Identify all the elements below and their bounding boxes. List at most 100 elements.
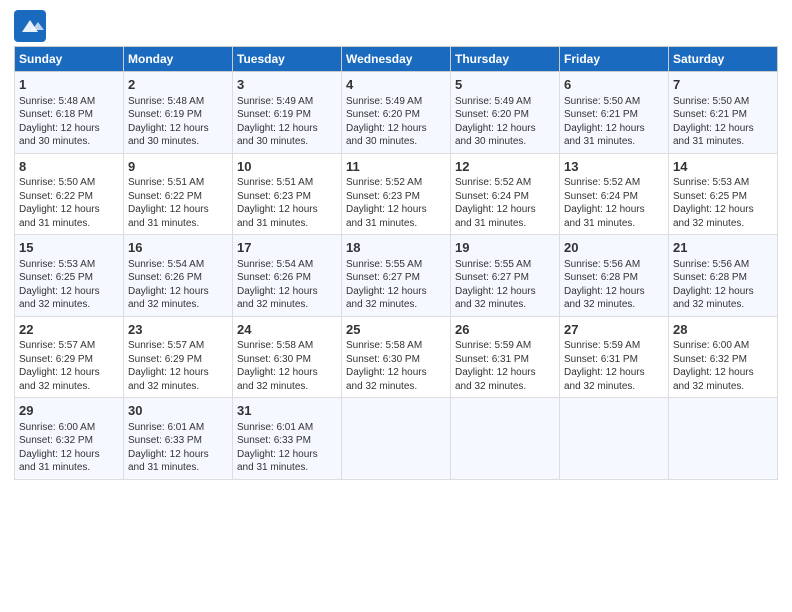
sunset: Sunset: 6:24 PM — [564, 191, 638, 202]
daylight: Daylight: 12 hours and 32 minutes. — [673, 204, 754, 229]
day-number: 9 — [128, 158, 228, 176]
sunrise: Sunrise: 5:49 AM — [237, 96, 313, 107]
calendar-cell: 2Sunrise: 5:48 AMSunset: 6:19 PMDaylight… — [124, 72, 233, 154]
day-number: 11 — [346, 158, 446, 176]
calendar-cell: 22Sunrise: 5:57 AMSunset: 6:29 PMDayligh… — [15, 316, 124, 398]
sunrise: Sunrise: 5:57 AM — [19, 340, 95, 351]
day-number: 23 — [128, 321, 228, 339]
day-number: 25 — [346, 321, 446, 339]
daylight: Daylight: 12 hours and 32 minutes. — [19, 286, 100, 311]
sunrise: Sunrise: 5:49 AM — [455, 96, 531, 107]
calendar-cell — [342, 398, 451, 480]
sunset: Sunset: 6:29 PM — [128, 354, 202, 365]
daylight: Daylight: 12 hours and 30 minutes. — [19, 123, 100, 148]
calendar-cell: 6 Sunrise: 5:50 AM Sunset: 6:21 PM Daylight… — [560, 72, 669, 154]
sunset: Sunset: 6:31 PM — [455, 354, 529, 365]
day-number: 4 — [346, 76, 446, 94]
sunrise: Sunrise: 5:58 AM — [346, 340, 422, 351]
daylight: Daylight: 12 hours and 31 minutes. — [19, 204, 100, 229]
calendar-cell: 12Sunrise: 5:52 AMSunset: 6:24 PMDayligh… — [451, 153, 560, 235]
sunrise: Sunrise: 5:56 AM — [564, 259, 640, 270]
daylight: Daylight: 12 hours and 32 minutes. — [673, 286, 754, 311]
sunset: Sunset: 6:26 PM — [237, 272, 311, 283]
daylight: Daylight: 12 hours and 32 minutes. — [673, 367, 754, 392]
calendar-cell: 11Sunrise: 5:52 AMSunset: 6:23 PMDayligh… — [342, 153, 451, 235]
calendar-cell: 24Sunrise: 5:58 AMSunset: 6:30 PMDayligh… — [233, 316, 342, 398]
daylight: Daylight: 12 hours and 31 minutes. — [673, 123, 754, 148]
sunrise: Sunrise: 5:51 AM — [237, 177, 313, 188]
sunrise: Sunrise: 6:01 AM — [128, 422, 204, 433]
sunrise: Sunrise: 5:59 AM — [455, 340, 531, 351]
sunset: Sunset: 6:22 PM — [128, 191, 202, 202]
daylight: Daylight: 12 hours and 32 minutes. — [237, 367, 318, 392]
daylight: Daylight: 12 hours and 31 minutes. — [455, 204, 536, 229]
day-number: 7 — [673, 76, 773, 94]
col-header-monday: Monday — [124, 47, 233, 72]
sunset: Sunset: 6:33 PM — [128, 435, 202, 446]
daylight: Daylight: 12 hours and 31 minutes. — [564, 204, 645, 229]
daylight: Daylight: 12 hours and 32 minutes. — [564, 286, 645, 311]
calendar-cell: 26Sunrise: 5:59 AM Sunset: 6:31 PM Dayligh… — [451, 316, 560, 398]
sunset: Sunset: 6:21 PM — [564, 109, 638, 120]
calendar-cell: 9Sunrise: 5:51 AMSunset: 6:22 PMDaylight… — [124, 153, 233, 235]
daylight: Daylight: 12 hours and 31 minutes. — [128, 449, 209, 474]
daylight: Daylight: 12 hours and 31 minutes. — [237, 449, 318, 474]
calendar-cell: 25Sunrise: 5:58 AMSunset: 6:30 PMDayligh… — [342, 316, 451, 398]
day-number: 22 — [19, 321, 119, 339]
col-header-sunday: Sunday — [15, 47, 124, 72]
day-number: 2 — [128, 76, 228, 94]
sunrise: Sunrise: 5:50 AM — [564, 96, 640, 107]
daylight: Daylight: 12 hours and 32 minutes. — [455, 367, 536, 392]
sunrise: Sunrise: 5:55 AM — [346, 259, 422, 270]
col-header-friday: Friday — [560, 47, 669, 72]
daylight: Daylight: 12 hours and 31 minutes. — [237, 204, 318, 229]
calendar-cell: 4Sunrise: 5:49 AMSunset: 6:20 PMDaylight… — [342, 72, 451, 154]
sunset: Sunset: 6:28 PM — [564, 272, 638, 283]
calendar-cell: 19Sunrise: 5:55 AMSunset: 6:27 PMDayligh… — [451, 235, 560, 317]
daylight: Daylight: 12 hours and 32 minutes. — [346, 367, 427, 392]
day-number: 8 — [19, 158, 119, 176]
day-number: 5 — [455, 76, 555, 94]
day-number: 6 — [564, 76, 664, 94]
sunrise: Sunrise: 5:51 AM — [128, 177, 204, 188]
sunset: Sunset: 6:23 PM — [237, 191, 311, 202]
col-header-tuesday: Tuesday — [233, 47, 342, 72]
calendar-cell: 3Sunrise: 5:49 AMSunset: 6:19 PMDaylight… — [233, 72, 342, 154]
sunrise: Sunrise: 5:52 AM — [346, 177, 422, 188]
daylight: Daylight: 12 hours and 31 minutes. — [564, 123, 645, 148]
col-header-saturday: Saturday — [669, 47, 778, 72]
sunset: Sunset: 6:25 PM — [673, 191, 747, 202]
day-number: 1 — [19, 76, 119, 94]
calendar-cell: 7Sunrise: 5:50 AMSunset: 6:21 PMDaylight… — [669, 72, 778, 154]
day-number: 3 — [237, 76, 337, 94]
week-row: 15Sunrise: 5:53 AMSunset: 6:25 PMDayligh… — [15, 235, 778, 317]
calendar-cell: 13Sunrise: 5:52 AMSunset: 6:24 PMDayligh… — [560, 153, 669, 235]
day-number: 27 — [564, 321, 664, 339]
logo-icon — [14, 10, 46, 42]
sunrise: Sunrise: 5:59 AM — [564, 340, 640, 351]
sunrise: Sunrise: 5:53 AM — [19, 259, 95, 270]
week-row: 29Sunrise: 6:00 AMSunset: 6:32 PMDayligh… — [15, 398, 778, 480]
sunrise: Sunrise: 5:54 AM — [237, 259, 313, 270]
day-number: 16 — [128, 239, 228, 257]
week-row: 1Sunrise: 5:48 AMSunset: 6:18 PMDaylight… — [15, 72, 778, 154]
header-row: SundayMondayTuesdayWednesdayThursdayFrid… — [15, 47, 778, 72]
sunrise: Sunrise: 5:57 AM — [128, 340, 204, 351]
daylight: Daylight: 12 hours and 32 minutes. — [237, 286, 318, 311]
calendar-cell: 31Sunrise: 6:01 AMSunset: 6:33 PMDayligh… — [233, 398, 342, 480]
calendar-cell: 10Sunrise: 5:51 AMSunset: 6:23 PMDayligh… — [233, 153, 342, 235]
sunrise: Sunrise: 6:01 AM — [237, 422, 313, 433]
day-number: 17 — [237, 239, 337, 257]
calendar-cell: 21Sunrise: 5:56 AMSunset: 6:28 PMDayligh… — [669, 235, 778, 317]
sunset: Sunset: 6:19 PM — [128, 109, 202, 120]
header — [14, 10, 778, 42]
sunrise: Sunrise: 5:52 AM — [455, 177, 531, 188]
day-number: 28 — [673, 321, 773, 339]
calendar-cell: 23Sunrise: 5:57 AMSunset: 6:29 PMDayligh… — [124, 316, 233, 398]
calendar-cell: 30Sunrise: 6:01 AMSunset: 6:33 PMDayligh… — [124, 398, 233, 480]
day-number: 14 — [673, 158, 773, 176]
sunset: Sunset: 6:33 PM — [237, 435, 311, 446]
day-number: 26 — [455, 321, 555, 339]
daylight: Daylight: 12 hours and 30 minutes. — [237, 123, 318, 148]
calendar-cell: 18Sunrise: 5:55 AMSunset: 6:27 PMDayligh… — [342, 235, 451, 317]
